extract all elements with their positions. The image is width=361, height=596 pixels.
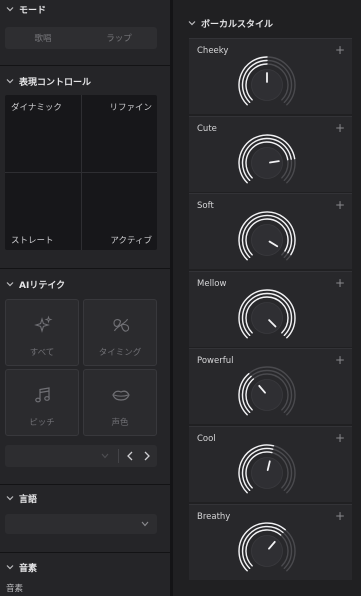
divider bbox=[0, 552, 170, 553]
chevron-down-icon bbox=[6, 565, 14, 570]
section-title: AIリテイク bbox=[19, 280, 66, 291]
add-icon[interactable]: + bbox=[335, 43, 345, 57]
add-icon[interactable]: + bbox=[335, 353, 345, 367]
next-arrow-icon[interactable] bbox=[143, 451, 151, 461]
add-icon[interactable]: + bbox=[335, 276, 345, 290]
expression-xy-pad[interactable]: ダイナミック リファイン ストレート アクティブ bbox=[5, 95, 157, 250]
vocal-style-knob[interactable] bbox=[235, 206, 299, 270]
vocal-style-card-cool: Cool + bbox=[189, 426, 352, 502]
vocal-style-card-mellow: Mellow + bbox=[189, 270, 352, 348]
chevron-down-icon bbox=[6, 79, 14, 84]
vocal-style-knob[interactable] bbox=[235, 129, 299, 193]
knob-body bbox=[251, 224, 283, 257]
vocal-style-name: Soft bbox=[197, 201, 214, 212]
language-dropdown[interactable] bbox=[5, 514, 157, 534]
add-icon[interactable]: + bbox=[335, 431, 345, 445]
tile-label: 声色 bbox=[111, 418, 129, 428]
vocal-style-card-breathy: Breathy + bbox=[189, 503, 352, 581]
vocal-style-name: Mellow bbox=[197, 278, 227, 289]
retake-timbre-button[interactable]: 声色 bbox=[83, 369, 157, 436]
previous-arrow-icon[interactable] bbox=[126, 451, 134, 461]
chevron-down-icon[interactable] bbox=[101, 453, 109, 459]
vocal-style-card-powerful: Powerful + bbox=[189, 348, 352, 425]
mode-segmented-control: 歌唱 ラップ bbox=[5, 27, 157, 49]
add-icon[interactable]: + bbox=[335, 121, 345, 135]
vocal-style-name: Powerful bbox=[197, 356, 234, 367]
tile-label: すべて bbox=[29, 348, 55, 358]
pad-axis-horizontal bbox=[5, 172, 157, 173]
section-title: モード bbox=[19, 5, 47, 16]
divider bbox=[0, 484, 170, 485]
music-note-icon bbox=[35, 387, 50, 403]
mode-option-rap[interactable]: ラップ bbox=[81, 27, 157, 49]
mode-option-singing[interactable]: 歌唱 bbox=[5, 27, 81, 49]
section-header-language[interactable]: 言語 bbox=[6, 491, 37, 505]
knob-body bbox=[251, 146, 283, 179]
chevron-down-icon bbox=[6, 496, 14, 501]
chevron-down-icon bbox=[6, 282, 14, 287]
vocal-style-knob[interactable] bbox=[235, 361, 299, 425]
vocal-style-card-soft: Soft + bbox=[189, 193, 352, 270]
section-title: 表現コントロール bbox=[19, 77, 92, 88]
retake-all-button[interactable]: すべて bbox=[5, 299, 79, 366]
vocal-style-knob[interactable] bbox=[235, 439, 299, 503]
chevron-down-icon bbox=[188, 21, 196, 26]
pad-label-active: アクティブ bbox=[110, 236, 152, 246]
section-header-vocal-style[interactable]: ボーカルスタイル bbox=[188, 16, 273, 30]
lips-icon bbox=[112, 390, 130, 401]
vocal-style-name: Cute bbox=[197, 123, 217, 134]
vocal-style-knob[interactable] bbox=[235, 517, 299, 581]
section-header-mode[interactable]: モード bbox=[6, 2, 46, 16]
pad-label-refine: リファイン bbox=[109, 103, 152, 113]
retake-timing-button[interactable]: タイミング bbox=[83, 299, 157, 366]
chevron-down-icon bbox=[141, 521, 149, 527]
section-title: 音素 bbox=[19, 563, 38, 574]
retake-pitch-button[interactable]: ピッチ bbox=[5, 369, 79, 436]
knob-body bbox=[251, 379, 283, 412]
vocal-style-knob[interactable] bbox=[235, 284, 299, 348]
section-header-ai-retake[interactable]: AIリテイク bbox=[6, 277, 65, 291]
left-panel: モード 歌唱 ラップ 表現コントロール ダイナミック リファイン ストレート ア… bbox=[0, 0, 170, 596]
add-icon[interactable]: + bbox=[335, 198, 345, 212]
divider bbox=[118, 449, 119, 463]
sparkles-icon bbox=[34, 315, 53, 333]
vocal-style-name: Cheeky bbox=[197, 46, 229, 56]
vocal-style-card-cheeky: Cheeky + bbox=[189, 38, 352, 114]
vocal-style-name: Cool bbox=[197, 434, 216, 444]
knob-body bbox=[251, 534, 283, 567]
knob-body bbox=[251, 457, 283, 489]
pad-label-dynamic: ダイナミック bbox=[11, 103, 62, 113]
retake-navigation bbox=[5, 445, 157, 467]
tile-label: ピッチ bbox=[29, 418, 55, 428]
chevron-down-icon bbox=[6, 7, 14, 12]
timing-icon bbox=[113, 318, 130, 332]
section-title: ボーカルスタイル bbox=[201, 19, 274, 30]
right-panel: ボーカルスタイル Cheeky + Cute + Soft + Mellow + Powerfu… bbox=[173, 0, 361, 596]
section-title: 言語 bbox=[19, 494, 38, 505]
add-icon[interactable]: + bbox=[335, 509, 345, 523]
phoneme-label: 音素 bbox=[6, 584, 24, 594]
vocal-style-knob[interactable] bbox=[235, 51, 299, 115]
pad-label-straight: ストレート bbox=[11, 236, 54, 246]
section-header-phoneme[interactable]: 音素 bbox=[6, 560, 37, 574]
divider bbox=[0, 268, 170, 269]
section-header-expression[interactable]: 表現コントロール bbox=[6, 74, 91, 88]
knob-body bbox=[251, 301, 283, 334]
tile-label: タイミング bbox=[98, 348, 142, 358]
divider bbox=[0, 65, 170, 66]
vocal-style-name: Breathy bbox=[197, 511, 231, 522]
vocal-style-card-cute: Cute + bbox=[189, 115, 352, 193]
